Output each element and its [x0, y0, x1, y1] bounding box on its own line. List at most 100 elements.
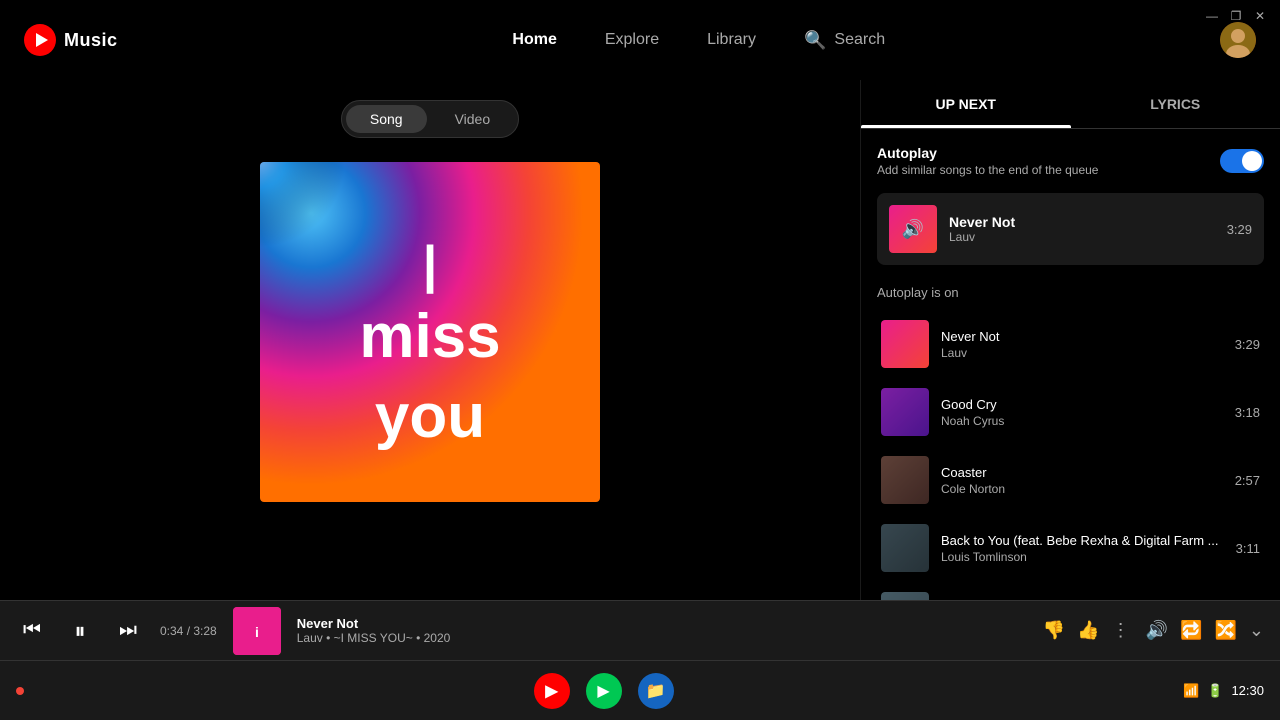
- taskbar-right: 📶 🔋 12:30: [1183, 683, 1264, 699]
- queue-item[interactable]: Never Not Lauv 3:29: [877, 312, 1264, 376]
- queue-title: Never Not: [941, 329, 1223, 344]
- clock: 12:30: [1231, 683, 1264, 698]
- now-playing-title: Never Not: [949, 214, 1215, 230]
- minimize-button[interactable]: —: [1204, 8, 1220, 24]
- search-icon: 🔍: [804, 30, 826, 51]
- queue-title: Back to You (feat. Bebe Rexha & Digital …: [941, 533, 1224, 548]
- queue-duration: 3:29: [1235, 337, 1260, 352]
- autoplay-sub: Add similar songs to the end of the queu…: [877, 163, 1098, 177]
- taskbar-app-files[interactable]: 📁: [638, 673, 674, 709]
- autoplay-row: Autoplay Add similar songs to the end of…: [877, 145, 1264, 177]
- main: Song Video: [0, 80, 1280, 660]
- player-controls: ⏮ ⏸ ⏭: [16, 615, 144, 647]
- left-panel: Song Video: [0, 80, 860, 660]
- player-right: 🔊 🔁 🔀 ⌄: [1146, 620, 1264, 641]
- maximize-button[interactable]: ❐: [1228, 8, 1244, 24]
- song-thumb-small: i: [233, 607, 281, 655]
- taskbar-app-youtube-music[interactable]: ▶: [534, 673, 570, 709]
- logo-icon: [24, 24, 56, 56]
- queue-item[interactable]: Back to You (feat. Bebe Rexha & Digital …: [877, 516, 1264, 580]
- thumbs-down-button[interactable]: 👎: [1043, 620, 1065, 641]
- prev-button[interactable]: ⏮: [16, 615, 48, 647]
- folder-icon: 📁: [646, 681, 666, 701]
- shuffle-button[interactable]: 🔀: [1214, 620, 1236, 641]
- tab-up-next[interactable]: UP NEXT: [861, 80, 1071, 128]
- queue-title: Coaster: [941, 465, 1223, 480]
- title-bar: — ❐ ✕: [1192, 0, 1280, 32]
- player-actions: 👎 👍 ⋮: [1043, 620, 1130, 641]
- play-icon: ▶: [597, 681, 609, 701]
- current-time: 0:34: [160, 624, 183, 638]
- nav: Home Explore Library 🔍 Search: [178, 30, 1220, 51]
- taskbar-dot: [16, 687, 24, 695]
- now-playing-info: Never Not Lauv: [949, 214, 1215, 244]
- tab-lyrics[interactable]: LYRICS: [1071, 80, 1280, 128]
- autoplay-info: Autoplay Add similar songs to the end of…: [877, 145, 1098, 177]
- queue-artist: Cole Norton: [941, 482, 1223, 496]
- expand-button[interactable]: ⌄: [1249, 620, 1264, 641]
- header: Music Home Explore Library 🔍 Search: [0, 0, 1280, 80]
- nav-home[interactable]: Home: [512, 31, 556, 49]
- queue-item[interactable]: Coaster Cole Norton 2:57: [877, 448, 1264, 512]
- queue-thumb: [881, 320, 929, 368]
- thumbs-up-button[interactable]: 👍: [1077, 620, 1099, 641]
- svg-text:you: you: [375, 382, 485, 451]
- view-toggle: Song Video: [341, 100, 519, 138]
- queue-artist: Louis Tomlinson: [941, 550, 1224, 564]
- total-time: 3:28: [193, 624, 216, 638]
- song-title: Never Not: [297, 616, 1027, 631]
- song-view-button[interactable]: Song: [346, 105, 427, 133]
- repeat-button[interactable]: 🔁: [1180, 620, 1202, 641]
- logo[interactable]: Music: [24, 24, 118, 56]
- queue-item[interactable]: Good Cry Noah Cyrus 3:18: [877, 380, 1264, 444]
- queue-thumb: [881, 388, 929, 436]
- svg-text:i: i: [255, 624, 259, 640]
- right-tabs: UP NEXT LYRICS: [861, 80, 1280, 129]
- speaker-icon: 🔊: [902, 219, 924, 240]
- album-art: | miss you: [260, 162, 600, 502]
- queue-list: Never Not Lauv 3:29 Good Cry N: [877, 312, 1264, 648]
- next-button[interactable]: ⏭: [112, 615, 144, 647]
- autoplay-title: Autoplay: [877, 145, 1098, 161]
- queue-info: Coaster Cole Norton: [941, 465, 1223, 496]
- now-playing-duration: 3:29: [1227, 222, 1252, 237]
- queue-title: Good Cry: [941, 397, 1223, 412]
- taskbar-left: [16, 687, 24, 695]
- taskbar-center: ▶ ▶ 📁: [534, 673, 674, 709]
- now-playing-row[interactable]: 🔊 Never Not Lauv 3:29: [877, 193, 1264, 265]
- logo-text: Music: [64, 30, 118, 51]
- taskbar: ▶ ▶ 📁 📶 🔋 12:30: [0, 660, 1280, 720]
- svg-text:miss: miss: [359, 302, 500, 371]
- song-info: Never Not Lauv • ~I MISS YOU~ • 2020: [297, 616, 1027, 645]
- autoplay-toggle[interactable]: [1220, 149, 1264, 173]
- queue-artist: Noah Cyrus: [941, 414, 1223, 428]
- queue-duration: 2:57: [1235, 473, 1260, 488]
- nav-search[interactable]: 🔍 Search: [804, 30, 885, 51]
- queue-info: Never Not Lauv: [941, 329, 1223, 360]
- song-sub: Lauv • ~I MISS YOU~ • 2020: [297, 631, 1027, 645]
- queue-thumb: [881, 524, 929, 572]
- battery-icon: 🔋: [1207, 683, 1223, 699]
- taskbar-app-play[interactable]: ▶: [586, 673, 622, 709]
- search-label: Search: [834, 31, 885, 49]
- right-panel: UP NEXT LYRICS Autoplay Add similar song…: [860, 80, 1280, 660]
- video-view-button[interactable]: Video: [431, 105, 515, 133]
- now-playing-thumb: 🔊: [889, 205, 937, 253]
- now-playing-artist: Lauv: [949, 230, 1215, 244]
- nav-explore[interactable]: Explore: [605, 31, 659, 49]
- pause-button[interactable]: ⏸: [64, 615, 96, 647]
- svg-text:|: |: [423, 236, 438, 294]
- right-content: Autoplay Add similar songs to the end of…: [861, 129, 1280, 660]
- wifi-icon: 📶: [1183, 683, 1199, 699]
- queue-thumb: [881, 456, 929, 504]
- volume-button[interactable]: 🔊: [1146, 620, 1168, 641]
- queue-info: Back to You (feat. Bebe Rexha & Digital …: [941, 533, 1224, 564]
- queue-info: Good Cry Noah Cyrus: [941, 397, 1223, 428]
- player-bar: ⏮ ⏸ ⏭ 0:34 / 3:28 i Never Not Lauv • ~I …: [0, 600, 1280, 660]
- queue-duration: 3:18: [1235, 405, 1260, 420]
- more-button[interactable]: ⋮: [1112, 620, 1130, 641]
- nav-library[interactable]: Library: [707, 31, 756, 49]
- time-display: 0:34 / 3:28: [160, 624, 217, 638]
- close-button[interactable]: ✕: [1252, 8, 1268, 24]
- yt-music-icon: ▶: [545, 681, 557, 701]
